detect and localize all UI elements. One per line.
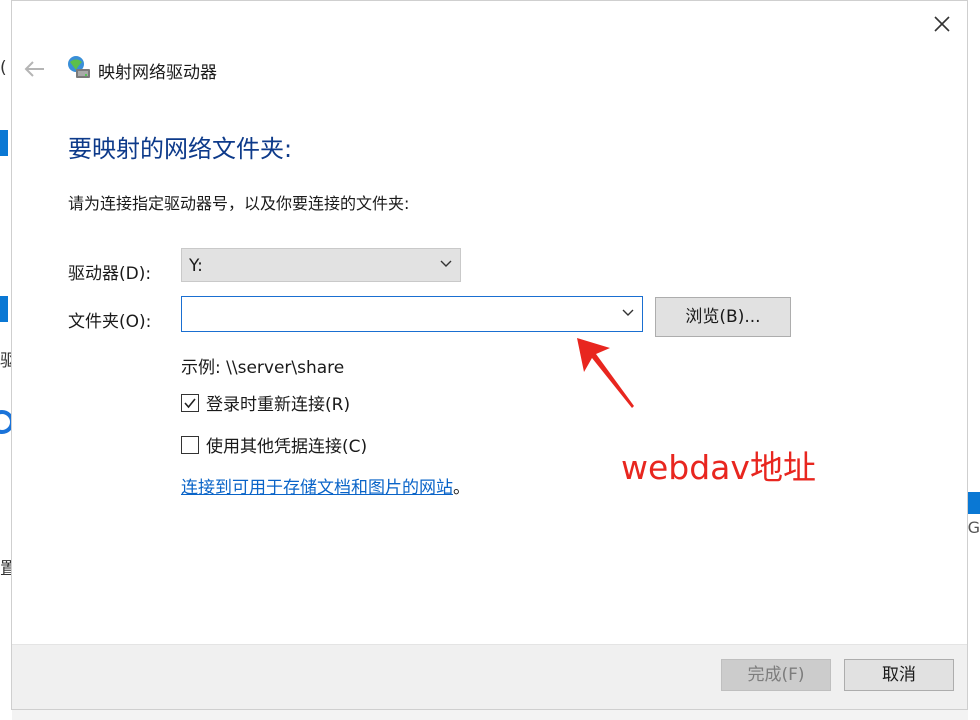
reconnect-option[interactable]: 登录时重新连接(R) — [181, 390, 350, 415]
dialog-footer: 完成(F) 取消 — [12, 644, 967, 709]
close-button[interactable] — [929, 11, 955, 37]
website-link[interactable]: 连接到可用于存储文档和图片的网站 — [181, 478, 453, 498]
background-tile-icon — [968, 492, 980, 514]
close-icon — [934, 16, 950, 32]
link-suffix: 。 — [453, 478, 470, 498]
website-link-row: 连接到可用于存储文档和图片的网站。 — [181, 473, 470, 498]
chevron-down-icon[interactable] — [622, 309, 634, 317]
drive-label: 驱动器(D): — [68, 264, 152, 284]
cancel-button[interactable]: 取消 — [844, 659, 954, 691]
background-window-right: G — [968, 0, 980, 720]
folder-combobox[interactable] — [181, 296, 643, 332]
background-tile-icon — [0, 130, 8, 156]
reconnect-label: 登录时重新连接(R) — [206, 395, 351, 415]
browse-button[interactable]: 浏览(B)... — [655, 297, 791, 337]
other-credentials-label: 使用其他凭据连接(C) — [206, 437, 368, 457]
page-heading: 要映射的网络文件夹: — [68, 135, 293, 163]
background-tile-icon — [0, 296, 8, 322]
example-text: 示例: \\server\share — [181, 358, 345, 378]
reconnect-checkbox[interactable] — [181, 393, 199, 412]
background-text-fragment: G — [967, 518, 980, 537]
finish-button[interactable]: 完成(F) — [721, 659, 831, 691]
map-network-drive-dialog: 映射网络驱动器 要映射的网络文件夹: 请为连接指定驱动器号，以及你要连接的文件夹… — [11, 0, 968, 710]
folder-input[interactable] — [186, 302, 610, 328]
checkmark-icon — [184, 397, 196, 408]
chevron-down-icon — [440, 260, 452, 267]
network-drive-icon — [68, 56, 90, 78]
back-arrow-icon[interactable] — [24, 59, 46, 79]
dialog-title: 映射网络驱动器 — [98, 63, 217, 83]
drive-letter-select[interactable]: Y: — [181, 248, 461, 282]
background-text-fragment: ( — [0, 58, 7, 78]
other-credentials-option[interactable]: 使用其他凭据连接(C) — [181, 432, 367, 457]
drive-letter-value: Y: — [189, 256, 203, 276]
annotation-text: webdav地址 — [621, 448, 816, 487]
instruction-text: 请为连接指定驱动器号，以及你要连接的文件夹: — [68, 194, 410, 213]
annotation-arrow-icon — [577, 338, 634, 408]
other-credentials-checkbox[interactable] — [181, 435, 199, 454]
folder-label: 文件夹(O): — [68, 312, 152, 332]
